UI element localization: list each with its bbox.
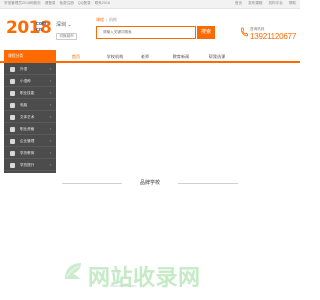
home-link[interactable]: 首页 [235, 1, 242, 5]
category-icon [10, 139, 15, 144]
sidebar-item-vocational-skills[interactable]: 职业技能 › [4, 88, 56, 99]
sidebar-item-minor-languages[interactable]: 小语种 › [4, 76, 56, 87]
category-menu-header[interactable]: 课程分类 [4, 50, 56, 63]
switch-city-button[interactable]: 切换城市 [56, 33, 77, 40]
sidebar-item-label: 职业资格 [20, 127, 35, 131]
chevron-right-icon: › [49, 78, 51, 83]
sidebar-item-label: 企业管理 [20, 139, 35, 143]
main-nav: 课程分类 首页 学校机构 老师 教育新闻 帮我选课 [0, 50, 300, 63]
sidebar-item-degree-upgrade[interactable]: 学历提升 › [4, 160, 56, 171]
topbar-left-links: 学信管理员2018网首页 请登录 免费注册 QQ登录 联系2018 [4, 1, 113, 6]
watermark-logo-icon [65, 263, 81, 279]
topbar-welcome: 学信管理员2018网首页 [4, 1, 41, 5]
login-link[interactable]: 请登录 [45, 1, 56, 5]
top-utility-bar: 学信管理员2018网首页 请登录 免费注册 QQ登录 联系2018 首页 发布课… [0, 0, 300, 9]
search-tab-course[interactable]: 课程 [96, 17, 104, 22]
chevron-right-icon: › [49, 90, 51, 95]
publish-course-link[interactable]: 发布课程 [248, 1, 262, 5]
chevron-right-icon: › [49, 126, 51, 131]
contact-link[interactable]: 联系2018 [95, 1, 110, 5]
nav-item-news[interactable]: 教育新闻 [164, 50, 198, 63]
sidebar-item-label: 文体艺术 [20, 115, 35, 119]
sidebar-item-label: 学历教育 [20, 151, 35, 155]
sidebar-item-degree-education[interactable]: 学历教育 › [4, 148, 56, 159]
nav-item-course-picker[interactable]: 帮我选课 [202, 50, 232, 63]
category-icon [10, 127, 15, 132]
chevron-right-icon: › [49, 150, 51, 155]
search-type-tabs: 课程 | 机构 [96, 17, 117, 23]
site-logo[interactable]: 2018 com cn [6, 15, 52, 43]
chevron-right-icon: › [49, 162, 51, 167]
sidebar-item-label: 小语种 [20, 79, 31, 83]
sidebar-item-label: 职业技能 [20, 91, 35, 95]
category-icon [10, 79, 15, 84]
section-divider-left [62, 183, 122, 184]
chevron-right-icon: › [49, 102, 51, 107]
hotline-number: 13921120677 [250, 32, 297, 41]
sidebar-item-label: 学历提升 [20, 163, 35, 167]
chevron-down-icon: ⌄ [67, 22, 72, 28]
search-tab-agency[interactable]: 机构 [109, 17, 117, 22]
register-link[interactable]: 免费注册 [60, 1, 74, 5]
sidebar-item-english[interactable]: 外语 › [4, 64, 56, 75]
search-button[interactable]: 搜索 [197, 26, 215, 39]
nav-item-home[interactable]: 首页 [64, 50, 88, 63]
watermark-text: 网站收录网 [88, 266, 201, 291]
chevron-right-icon: › [49, 138, 51, 143]
sidebar-item-label: 电脑 [20, 103, 28, 107]
logo-domain: com cn [36, 21, 47, 33]
chevron-right-icon: › [49, 114, 51, 119]
help-link[interactable]: 帮助 [289, 1, 296, 5]
search-box [96, 26, 196, 39]
category-icon [10, 163, 15, 168]
sidebar-item-label: 外语 [20, 67, 28, 71]
nav-item-schools[interactable]: 学校机构 [100, 50, 130, 63]
agency-platform-link[interactable]: 机构平台 [268, 1, 282, 5]
search-input[interactable] [103, 30, 173, 34]
chevron-right-icon: › [49, 66, 51, 71]
section-title: 品牌学校 [139, 180, 160, 186]
qq-login-link[interactable]: QQ登录 [78, 1, 91, 5]
category-icon [10, 151, 15, 156]
sidebar-item-qualifications[interactable]: 职业资格 › [4, 124, 56, 135]
current-city[interactable]: 深圳 ⌄ [56, 21, 72, 28]
category-sidebar: 外语 › 小语种 › 职业技能 › 电脑 › 文体艺术 › 职业资格 › 企业管… [4, 63, 56, 173]
watermark-url: www.xxxxxx.com [110, 284, 137, 288]
phone-icon [241, 27, 248, 37]
category-icon [10, 91, 15, 96]
city-label: 深圳 [56, 22, 67, 28]
sidebar-item-management[interactable]: 企业管理 › [4, 136, 56, 147]
sidebar-item-arts-sports[interactable]: 文体艺术 › [4, 112, 56, 123]
watermark: 网站收录网 www.xxxxxx.com [62, 258, 242, 291]
category-icon [10, 115, 15, 120]
sidebar-item-computer[interactable]: 电脑 › [4, 100, 56, 111]
section-divider-right [178, 183, 238, 184]
nav-item-teachers[interactable]: 老师 [134, 50, 156, 63]
category-icon [10, 103, 15, 108]
topbar-right-links: 首页 发布课程 机构平台 帮助 [230, 1, 296, 6]
search-tab-divider: | [106, 17, 108, 22]
category-icon [10, 67, 15, 72]
